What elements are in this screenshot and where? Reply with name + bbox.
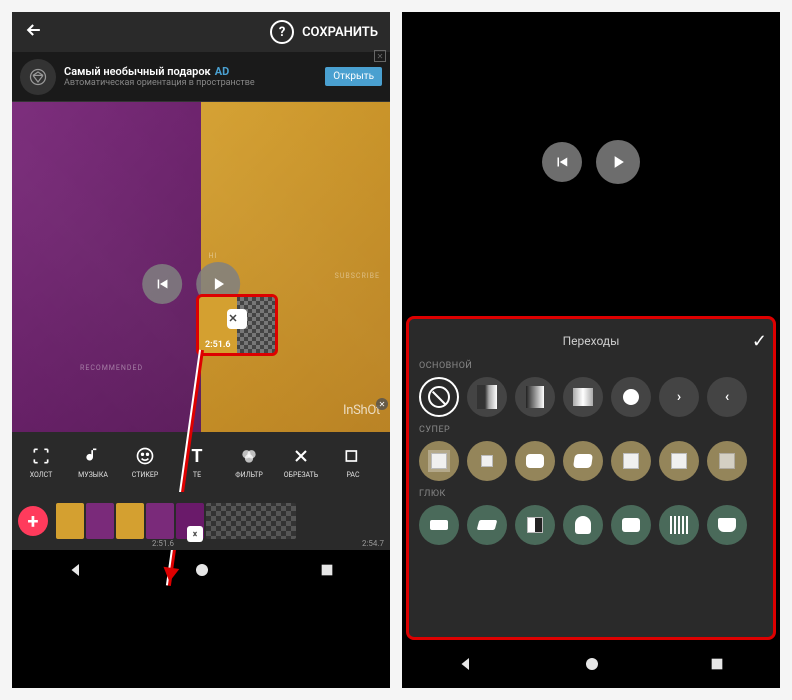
phone-left: ? СОХРАНИТЬ Самый необычный подарокAD Ав… xyxy=(12,12,390,688)
top-bar: ? СОХРАНИТЬ xyxy=(12,12,390,52)
transition-super-2[interactable] xyxy=(467,441,507,481)
android-nav-bar xyxy=(12,550,390,594)
ad-logo xyxy=(20,59,56,95)
watermark: InShOt xyxy=(343,403,380,418)
transition-glitch-2[interactable] xyxy=(467,505,507,545)
tool-canvas[interactable]: ХОЛСТ xyxy=(16,445,66,479)
watermark-close-icon[interactable]: ✕ xyxy=(376,398,388,410)
transition-dissolve[interactable] xyxy=(467,377,507,417)
transition-glitch-5[interactable] xyxy=(611,505,651,545)
transition-super-3[interactable] xyxy=(515,441,555,481)
video-preview[interactable] xyxy=(402,12,780,312)
transition-super-4[interactable] xyxy=(563,441,603,481)
tool-crop[interactable]: ОБРЕЗАТЬ xyxy=(276,445,326,479)
transition-slide-right[interactable]: › xyxy=(659,377,699,417)
transition-fade-center[interactable] xyxy=(563,377,603,417)
clip[interactable] xyxy=(146,503,174,539)
timeline[interactable]: + 2:51.6 2:54.7 xyxy=(12,492,390,550)
apply-button[interactable]: ✓ xyxy=(752,331,767,352)
transition-glitch-3[interactable] xyxy=(515,505,555,545)
transitions-basic-section: ОСНОВНОЙ › ‹ xyxy=(419,361,763,417)
panel-title: Переходы xyxy=(563,334,620,348)
tool-text[interactable]: TТЕ xyxy=(172,445,222,479)
ad-cta-button[interactable]: Открыть xyxy=(325,67,382,86)
transition-glitch-7[interactable] xyxy=(707,505,747,545)
nav-recent-icon[interactable] xyxy=(319,562,335,582)
transition-super-6[interactable] xyxy=(659,441,699,481)
tool-more[interactable]: РАС xyxy=(328,445,378,479)
transition-super-1[interactable] xyxy=(419,441,459,481)
transition-handle[interactable] xyxy=(187,526,203,542)
transition-glitch-4[interactable] xyxy=(563,505,603,545)
editor-toolbar: ХОЛСТ МУЗЫКА СТИКЕР TТЕ ФИЛЬТР ОБРЕЗАТЬ … xyxy=(12,432,390,492)
ad-text: Самый необычный подарокAD Автоматическая… xyxy=(64,65,317,88)
tool-music[interactable]: МУЗЫКА xyxy=(68,445,118,479)
clip[interactable] xyxy=(86,503,114,539)
nav-recent-icon[interactable] xyxy=(709,656,725,676)
transition-super-5[interactable] xyxy=(611,441,651,481)
transition-glitch-6[interactable] xyxy=(659,505,699,545)
transition-glitch-1[interactable] xyxy=(419,505,459,545)
video-preview[interactable]: HI RECOMMENDED SUBSCRIBE InShOt ✕ xyxy=(12,102,390,432)
nav-home-icon[interactable] xyxy=(194,562,210,582)
transition-none[interactable] xyxy=(419,377,459,417)
transition-callout: 2:51.6 xyxy=(196,294,278,356)
previous-button[interactable] xyxy=(542,142,582,182)
transition-iris[interactable] xyxy=(611,377,651,417)
android-nav-bar xyxy=(402,644,780,688)
ad-close-icon[interactable]: ✕ xyxy=(374,50,386,62)
transitions-glitch-section: ГЛЮК xyxy=(419,489,763,545)
nav-back-icon[interactable] xyxy=(457,655,475,677)
save-button[interactable]: СОХРАНИТЬ xyxy=(302,25,378,40)
transition-fade-horizontal[interactable] xyxy=(515,377,555,417)
clip[interactable] xyxy=(56,503,84,539)
transitions-super-section: СУПЕР xyxy=(419,425,763,481)
play-button[interactable] xyxy=(596,140,640,184)
clip[interactable] xyxy=(116,503,144,539)
transition-slide-left[interactable]: ‹ xyxy=(707,377,747,417)
tool-filter[interactable]: ФИЛЬТР xyxy=(224,445,274,479)
ad-banner[interactable]: Самый необычный подарокAD Автоматическая… xyxy=(12,52,390,102)
transition-handle-icon xyxy=(227,309,247,329)
phone-right: Переходы ✓ ОСНОВНОЙ › ‹ СУПЕР xyxy=(402,12,780,688)
nav-home-icon[interactable] xyxy=(584,656,600,676)
transition-super-7[interactable] xyxy=(707,441,747,481)
end-time: 2:54.7 xyxy=(362,539,384,548)
tool-sticker[interactable]: СТИКЕР xyxy=(120,445,170,479)
previous-button[interactable] xyxy=(142,264,182,304)
playhead-time: 2:51.6 xyxy=(152,539,174,548)
help-icon[interactable]: ? xyxy=(270,20,294,44)
nav-back-icon[interactable] xyxy=(67,561,85,583)
add-clip-button[interactable]: + xyxy=(18,506,48,536)
clips-strip[interactable] xyxy=(56,503,296,539)
clip-empty[interactable] xyxy=(206,503,296,539)
back-icon[interactable] xyxy=(24,20,44,45)
transitions-panel: Переходы ✓ ОСНОВНОЙ › ‹ СУПЕР xyxy=(406,316,776,640)
